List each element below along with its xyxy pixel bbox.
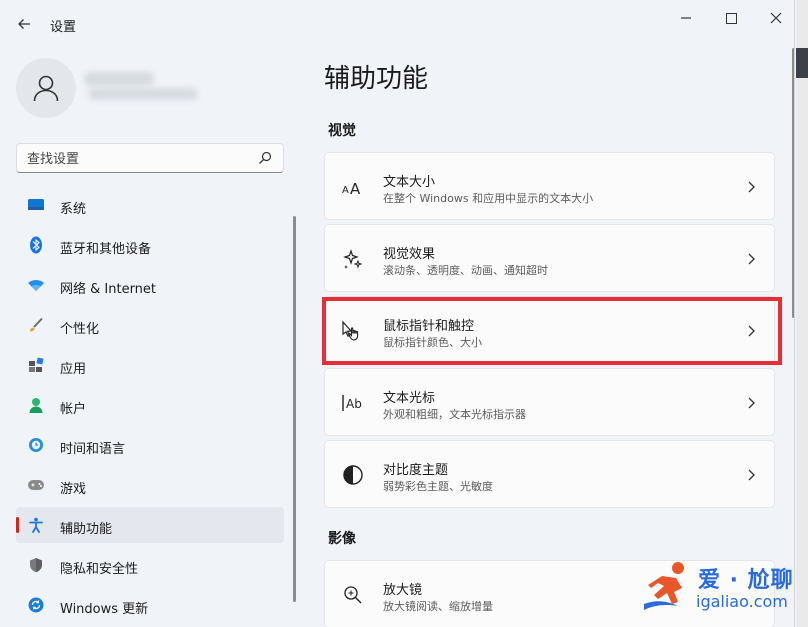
globe-clock-icon bbox=[27, 437, 45, 453]
card-subtitle: 滚动条、透明度、动画、通知超时 bbox=[383, 264, 548, 277]
maximize-button[interactable] bbox=[711, 6, 751, 30]
watermark-url: igaliao.com bbox=[696, 592, 788, 611]
svg-text:A: A bbox=[350, 180, 361, 197]
sidebar-item-accounts[interactable]: 帐户 bbox=[16, 387, 284, 423]
monitor-icon bbox=[27, 197, 45, 213]
search-box[interactable] bbox=[16, 143, 284, 173]
settings-window: 设置 系统 bbox=[0, 0, 795, 627]
card-subtitle: 弱势彩色主题、光敏度 bbox=[383, 480, 493, 493]
minimize-icon bbox=[681, 17, 691, 19]
text-size-icon: AA bbox=[341, 175, 365, 199]
person-icon bbox=[33, 75, 59, 102]
title-bar: 设置 bbox=[0, 0, 794, 48]
close-icon bbox=[770, 12, 782, 24]
card-title: 文本大小 bbox=[383, 175, 436, 190]
card-text-cursor[interactable]: Ab 文本光标 外观和粗细，文本光标指示器 bbox=[324, 368, 775, 436]
sidebar-item-privacy[interactable]: 隐私和安全性 bbox=[16, 547, 284, 583]
blurred-user-name bbox=[84, 70, 202, 104]
sidebar-item-label: 隐私和安全性 bbox=[60, 562, 139, 577]
sidebar-scrollbar[interactable] bbox=[293, 216, 296, 602]
sidebar-item-label: 时间和语言 bbox=[60, 442, 126, 457]
card-text-size[interactable]: AA 文本大小 在整个 Windows 和应用中显示的文本大小 bbox=[324, 152, 775, 220]
sidebar-item-label: 帐户 bbox=[60, 402, 87, 417]
sidebar-item-network[interactable]: 网络 & Internet bbox=[16, 267, 284, 303]
bluetooth-icon bbox=[27, 236, 45, 254]
sidebar-item-system[interactable]: 系统 bbox=[16, 187, 284, 223]
brush-icon bbox=[27, 317, 45, 333]
minimize-button[interactable] bbox=[666, 6, 706, 30]
back-button[interactable] bbox=[12, 12, 36, 36]
close-button[interactable] bbox=[756, 6, 794, 30]
sidebar-item-label: 辅助功能 bbox=[60, 522, 113, 537]
card-subtitle: 外观和粗细，文本光标指示器 bbox=[383, 408, 526, 421]
shield-icon bbox=[27, 557, 45, 573]
chevron-right-icon bbox=[748, 253, 755, 265]
text-cursor-icon: Ab bbox=[341, 391, 365, 415]
sidebar-item-windows-update[interactable]: Windows 更新 bbox=[16, 587, 284, 623]
sidebar-item-apps[interactable]: 应用 bbox=[16, 347, 284, 383]
sidebar-item-label: 网络 & Internet bbox=[60, 282, 157, 297]
apps-icon bbox=[27, 357, 45, 373]
runner-logo-icon bbox=[644, 562, 684, 610]
chevron-right-icon bbox=[748, 469, 755, 481]
card-subtitle: 在整个 Windows 和应用中显示的文本大小 bbox=[383, 192, 594, 205]
sidebar-item-gaming[interactable]: 游戏 bbox=[16, 467, 284, 503]
wifi-icon bbox=[27, 277, 45, 293]
search-input[interactable] bbox=[27, 149, 247, 169]
card-title: 文本光标 bbox=[383, 391, 436, 406]
card-title: 放大镜 bbox=[383, 583, 423, 598]
card-title: 对比度主题 bbox=[383, 463, 449, 478]
watermark-main-text: 爱 · 尬聊 bbox=[698, 568, 794, 593]
svg-text:A: A bbox=[342, 185, 349, 196]
sidebar-item-bluetooth[interactable]: 蓝牙和其他设备 bbox=[16, 227, 284, 263]
maximize-icon bbox=[725, 12, 737, 24]
highlight-box bbox=[322, 297, 782, 365]
desktop-edge bbox=[796, 0, 808, 627]
sidebar-item-accessibility[interactable]: 辅助功能 bbox=[16, 507, 284, 543]
gamepad-icon bbox=[27, 477, 45, 493]
arrow-left-icon bbox=[18, 19, 30, 29]
contrast-icon bbox=[341, 463, 365, 487]
chevron-right-icon bbox=[748, 397, 755, 409]
sidebar-item-label: 应用 bbox=[60, 362, 87, 377]
sidebar-item-personalization[interactable]: 个性化 bbox=[16, 307, 284, 343]
update-icon bbox=[27, 597, 45, 613]
sidebar-item-label: 蓝牙和其他设备 bbox=[60, 242, 152, 257]
section-title-vision: 视觉 bbox=[328, 123, 356, 139]
accessibility-icon bbox=[27, 517, 45, 533]
sidebar-item-label: 游戏 bbox=[60, 482, 87, 497]
watermark: 爱 · 尬聊 igaliao.com bbox=[640, 558, 794, 620]
account-icon bbox=[27, 397, 45, 413]
sidebar-item-label: 个性化 bbox=[60, 322, 100, 337]
app-title: 设置 bbox=[50, 20, 77, 35]
sidebar-item-time-language[interactable]: 时间和语言 bbox=[16, 427, 284, 463]
section-title-hearing: 影像 bbox=[328, 531, 356, 547]
magnifier-icon bbox=[341, 583, 365, 607]
chevron-right-icon bbox=[748, 181, 755, 193]
sparkle-icon bbox=[341, 247, 365, 271]
search-icon[interactable] bbox=[257, 150, 273, 166]
card-title: 视觉效果 bbox=[383, 247, 436, 262]
card-subtitle: 放大镜阅读、缩放增量 bbox=[383, 600, 493, 613]
sidebar-item-label: 系统 bbox=[60, 202, 87, 217]
card-visual-effects[interactable]: 视觉效果 滚动条、透明度、动画、通知超时 bbox=[324, 224, 775, 292]
card-contrast-themes[interactable]: 对比度主题 弱势彩色主题、光敏度 bbox=[324, 440, 775, 508]
svg-text:Ab: Ab bbox=[346, 397, 362, 411]
avatar[interactable] bbox=[16, 58, 76, 118]
sidebar-item-label: Windows 更新 bbox=[60, 602, 149, 617]
sidebar-nav: 系统 蓝牙和其他设备 网络 & Internet 个性化 应用 帐户 时间和语言… bbox=[16, 187, 284, 627]
page-title: 辅助功能 bbox=[324, 64, 429, 94]
background-window-strip bbox=[796, 48, 808, 78]
main-scrollbar[interactable] bbox=[792, 48, 794, 318]
